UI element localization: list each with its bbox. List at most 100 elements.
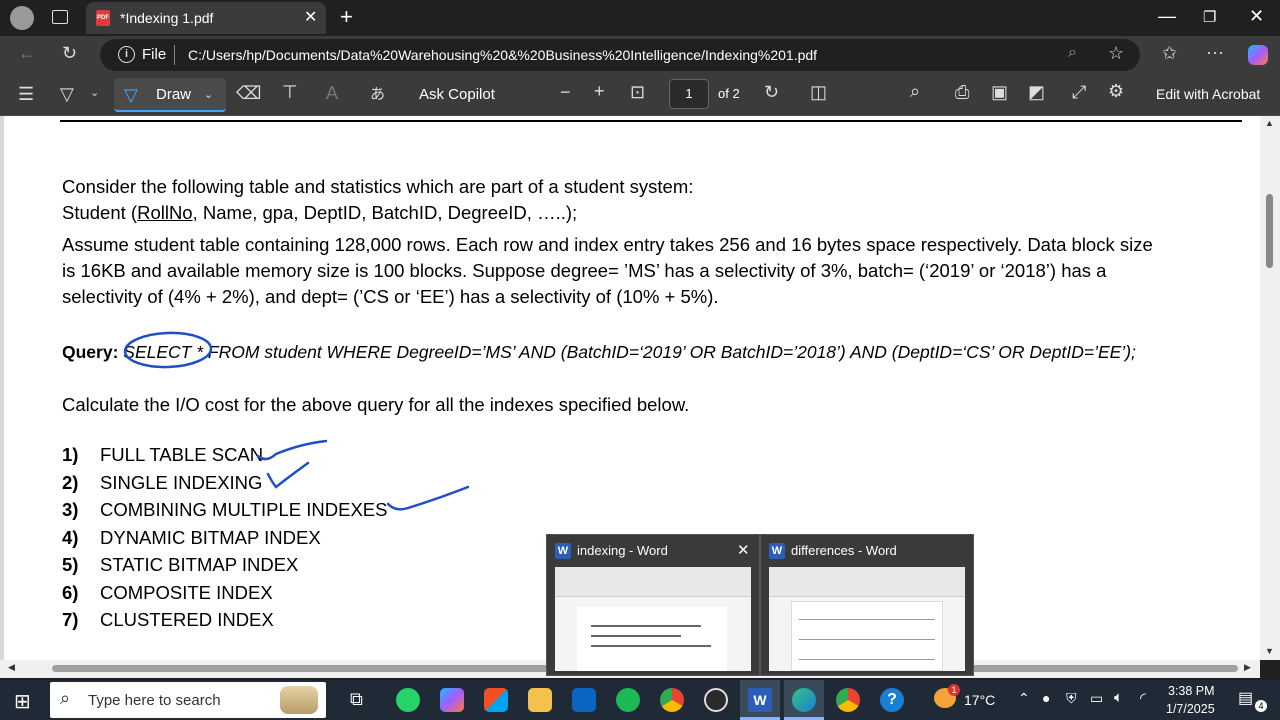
- highlight-dropdown-icon[interactable]: ⌄: [90, 86, 99, 99]
- tab-title: *Indexing 1.pdf: [120, 10, 214, 26]
- recorder-icon[interactable]: [704, 688, 728, 712]
- word-icon: W: [769, 543, 785, 559]
- word-taskbar-button[interactable]: W: [740, 680, 780, 720]
- ink-check-1[interactable]: [256, 439, 328, 461]
- thumbnail-ribbon: [769, 567, 965, 597]
- windows-start-icon[interactable]: ⊞: [14, 689, 31, 714]
- draw-dropdown-icon[interactable]: ⌄: [204, 88, 213, 101]
- tab-actions-icon[interactable]: [52, 10, 68, 24]
- print-icon[interactable]: ⎙: [955, 82, 969, 103]
- task-view-icon[interactable]: ⧉: [350, 689, 363, 710]
- back-icon[interactable]: ←: [18, 43, 36, 64]
- outlook-icon[interactable]: [572, 688, 596, 712]
- favorite-star-icon[interactable]: ☆: [1108, 43, 1124, 64]
- temperature[interactable]: 17°C: [964, 692, 995, 708]
- word-app-icon: W: [748, 688, 772, 712]
- word-icon: W: [555, 543, 571, 559]
- scroll-down-icon[interactable]: ▼: [1265, 646, 1274, 656]
- ask-copilot-button[interactable]: Ask Copilot: [419, 86, 495, 103]
- translate-icon[interactable]: あ: [370, 83, 385, 104]
- zoom-icon[interactable]: ⌕: [1068, 44, 1077, 62]
- ink-check-2[interactable]: [266, 461, 310, 489]
- file-explorer-icon[interactable]: [528, 688, 552, 712]
- close-tab-icon[interactable]: ✕: [304, 7, 317, 27]
- draw-button[interactable]: ▽ Draw ⌄: [114, 78, 226, 112]
- copilot-icon[interactable]: [1248, 45, 1268, 65]
- close-window-icon[interactable]: ✕: [1249, 6, 1264, 27]
- microphone-icon[interactable]: ●: [1042, 690, 1050, 706]
- read-aloud-icon[interactable]: A: [326, 83, 338, 104]
- clock-date[interactable]: 1/7/2025: [1166, 702, 1215, 716]
- title-bar: PDF *Indexing 1.pdf ✕ + — ❐ ✕: [0, 0, 1280, 36]
- wifi-icon[interactable]: ◜: [1140, 689, 1146, 707]
- fit-page-icon[interactable]: ⊡: [630, 82, 645, 103]
- restore-icon[interactable]: ❐: [1203, 8, 1216, 26]
- thumbnail-text: [591, 645, 711, 647]
- rotate-icon[interactable]: ↻: [764, 82, 779, 103]
- contents-icon[interactable]: ☰: [18, 84, 34, 105]
- word-preview-indexing[interactable]: W indexing - Word ✕: [546, 534, 760, 676]
- new-tab-icon[interactable]: +: [340, 4, 353, 30]
- page-total: of 2: [718, 86, 740, 101]
- whatsapp-icon[interactable]: [396, 688, 420, 712]
- preview-title: differences - Word: [791, 543, 897, 558]
- store-icon[interactable]: [484, 688, 508, 712]
- zoom-out-icon[interactable]: −: [560, 82, 571, 103]
- notification-icon[interactable]: ▤: [1238, 688, 1253, 708]
- address-url[interactable]: C:/Users/hp/Documents/Data%20Warehousing…: [188, 47, 817, 63]
- draw-label: Draw: [156, 86, 192, 103]
- refresh-icon[interactable]: ↻: [62, 43, 77, 64]
- page-number-input[interactable]: 1: [669, 79, 709, 109]
- scroll-left-icon[interactable]: ◀: [8, 662, 15, 673]
- spotify-icon[interactable]: [616, 688, 640, 712]
- save-as-icon[interactable]: ◩: [1028, 82, 1045, 103]
- scroll-right-icon[interactable]: ▶: [1244, 662, 1251, 673]
- settings-gear-icon[interactable]: ⚙: [1108, 81, 1124, 102]
- volume-icon[interactable]: 🔈︎: [1114, 689, 1123, 706]
- thumbnail-page: [577, 607, 727, 671]
- battery-icon[interactable]: ▭: [1090, 690, 1103, 707]
- text-box-icon[interactable]: ⊤: [282, 82, 298, 103]
- weather-badge: 1: [948, 684, 960, 696]
- edit-with-acrobat-button[interactable]: Edit with Acrobat: [1156, 86, 1260, 102]
- close-preview-icon[interactable]: ✕: [737, 541, 750, 559]
- vertical-scroll-thumb[interactable]: [1266, 194, 1273, 268]
- ink-check-3[interactable]: [386, 485, 470, 511]
- address-scheme-label: File: [142, 46, 167, 63]
- page-view-icon[interactable]: ◫: [810, 82, 827, 103]
- chrome-profile-icon[interactable]: [836, 688, 860, 712]
- preview-thumbnail: [769, 567, 965, 671]
- info-icon[interactable]: i: [118, 46, 135, 63]
- thumbnail-page: [791, 601, 943, 671]
- save-icon[interactable]: ▣: [991, 82, 1008, 103]
- favorites-icon[interactable]: ✩: [1162, 43, 1177, 64]
- minimize-icon[interactable]: —: [1158, 6, 1176, 27]
- chrome-icon[interactable]: [660, 688, 684, 712]
- clock-time[interactable]: 3:38 PM: [1168, 684, 1215, 698]
- find-icon[interactable]: ⌕: [910, 81, 920, 102]
- zoom-in-icon[interactable]: +: [594, 81, 605, 102]
- erase-icon[interactable]: ⌫: [236, 83, 261, 104]
- highlight-icon[interactable]: ▽: [60, 84, 74, 105]
- word-preview-differences[interactable]: W differences - Word: [760, 534, 974, 676]
- taskbar-search-box[interactable]: ⌕ Type here to search: [50, 682, 326, 718]
- pdf-file-icon: PDF: [96, 10, 110, 26]
- edge-taskbar-button[interactable]: [784, 680, 824, 720]
- vertical-scrollbar[interactable]: ▲ ▼: [1260, 116, 1280, 660]
- browser-tab[interactable]: PDF *Indexing 1.pdf ✕: [86, 2, 326, 34]
- scroll-up-icon[interactable]: ▲: [1265, 118, 1274, 128]
- notification-count: 4: [1255, 700, 1267, 712]
- profile-avatar[interactable]: [10, 6, 34, 30]
- thumbnail-table-line: [799, 639, 935, 640]
- copilot-app-icon[interactable]: [440, 688, 464, 712]
- help-icon[interactable]: ?: [880, 688, 904, 712]
- show-hidden-icons-icon[interactable]: ⌃: [1018, 690, 1030, 707]
- more-menu-icon[interactable]: ···: [1206, 42, 1224, 63]
- address-row: ← ↻ i File C:/Users/hp/Documents/Data%20…: [0, 36, 1280, 74]
- ink-circle-select[interactable]: [123, 331, 213, 369]
- thumbnail-text: [591, 625, 701, 627]
- edge-icon: [792, 688, 816, 712]
- security-shield-icon[interactable]: ⛨: [1066, 690, 1077, 707]
- address-bar[interactable]: i File C:/Users/hp/Documents/Data%20Ware…: [100, 39, 1140, 71]
- full-screen-icon[interactable]: ⤢: [1072, 82, 1086, 103]
